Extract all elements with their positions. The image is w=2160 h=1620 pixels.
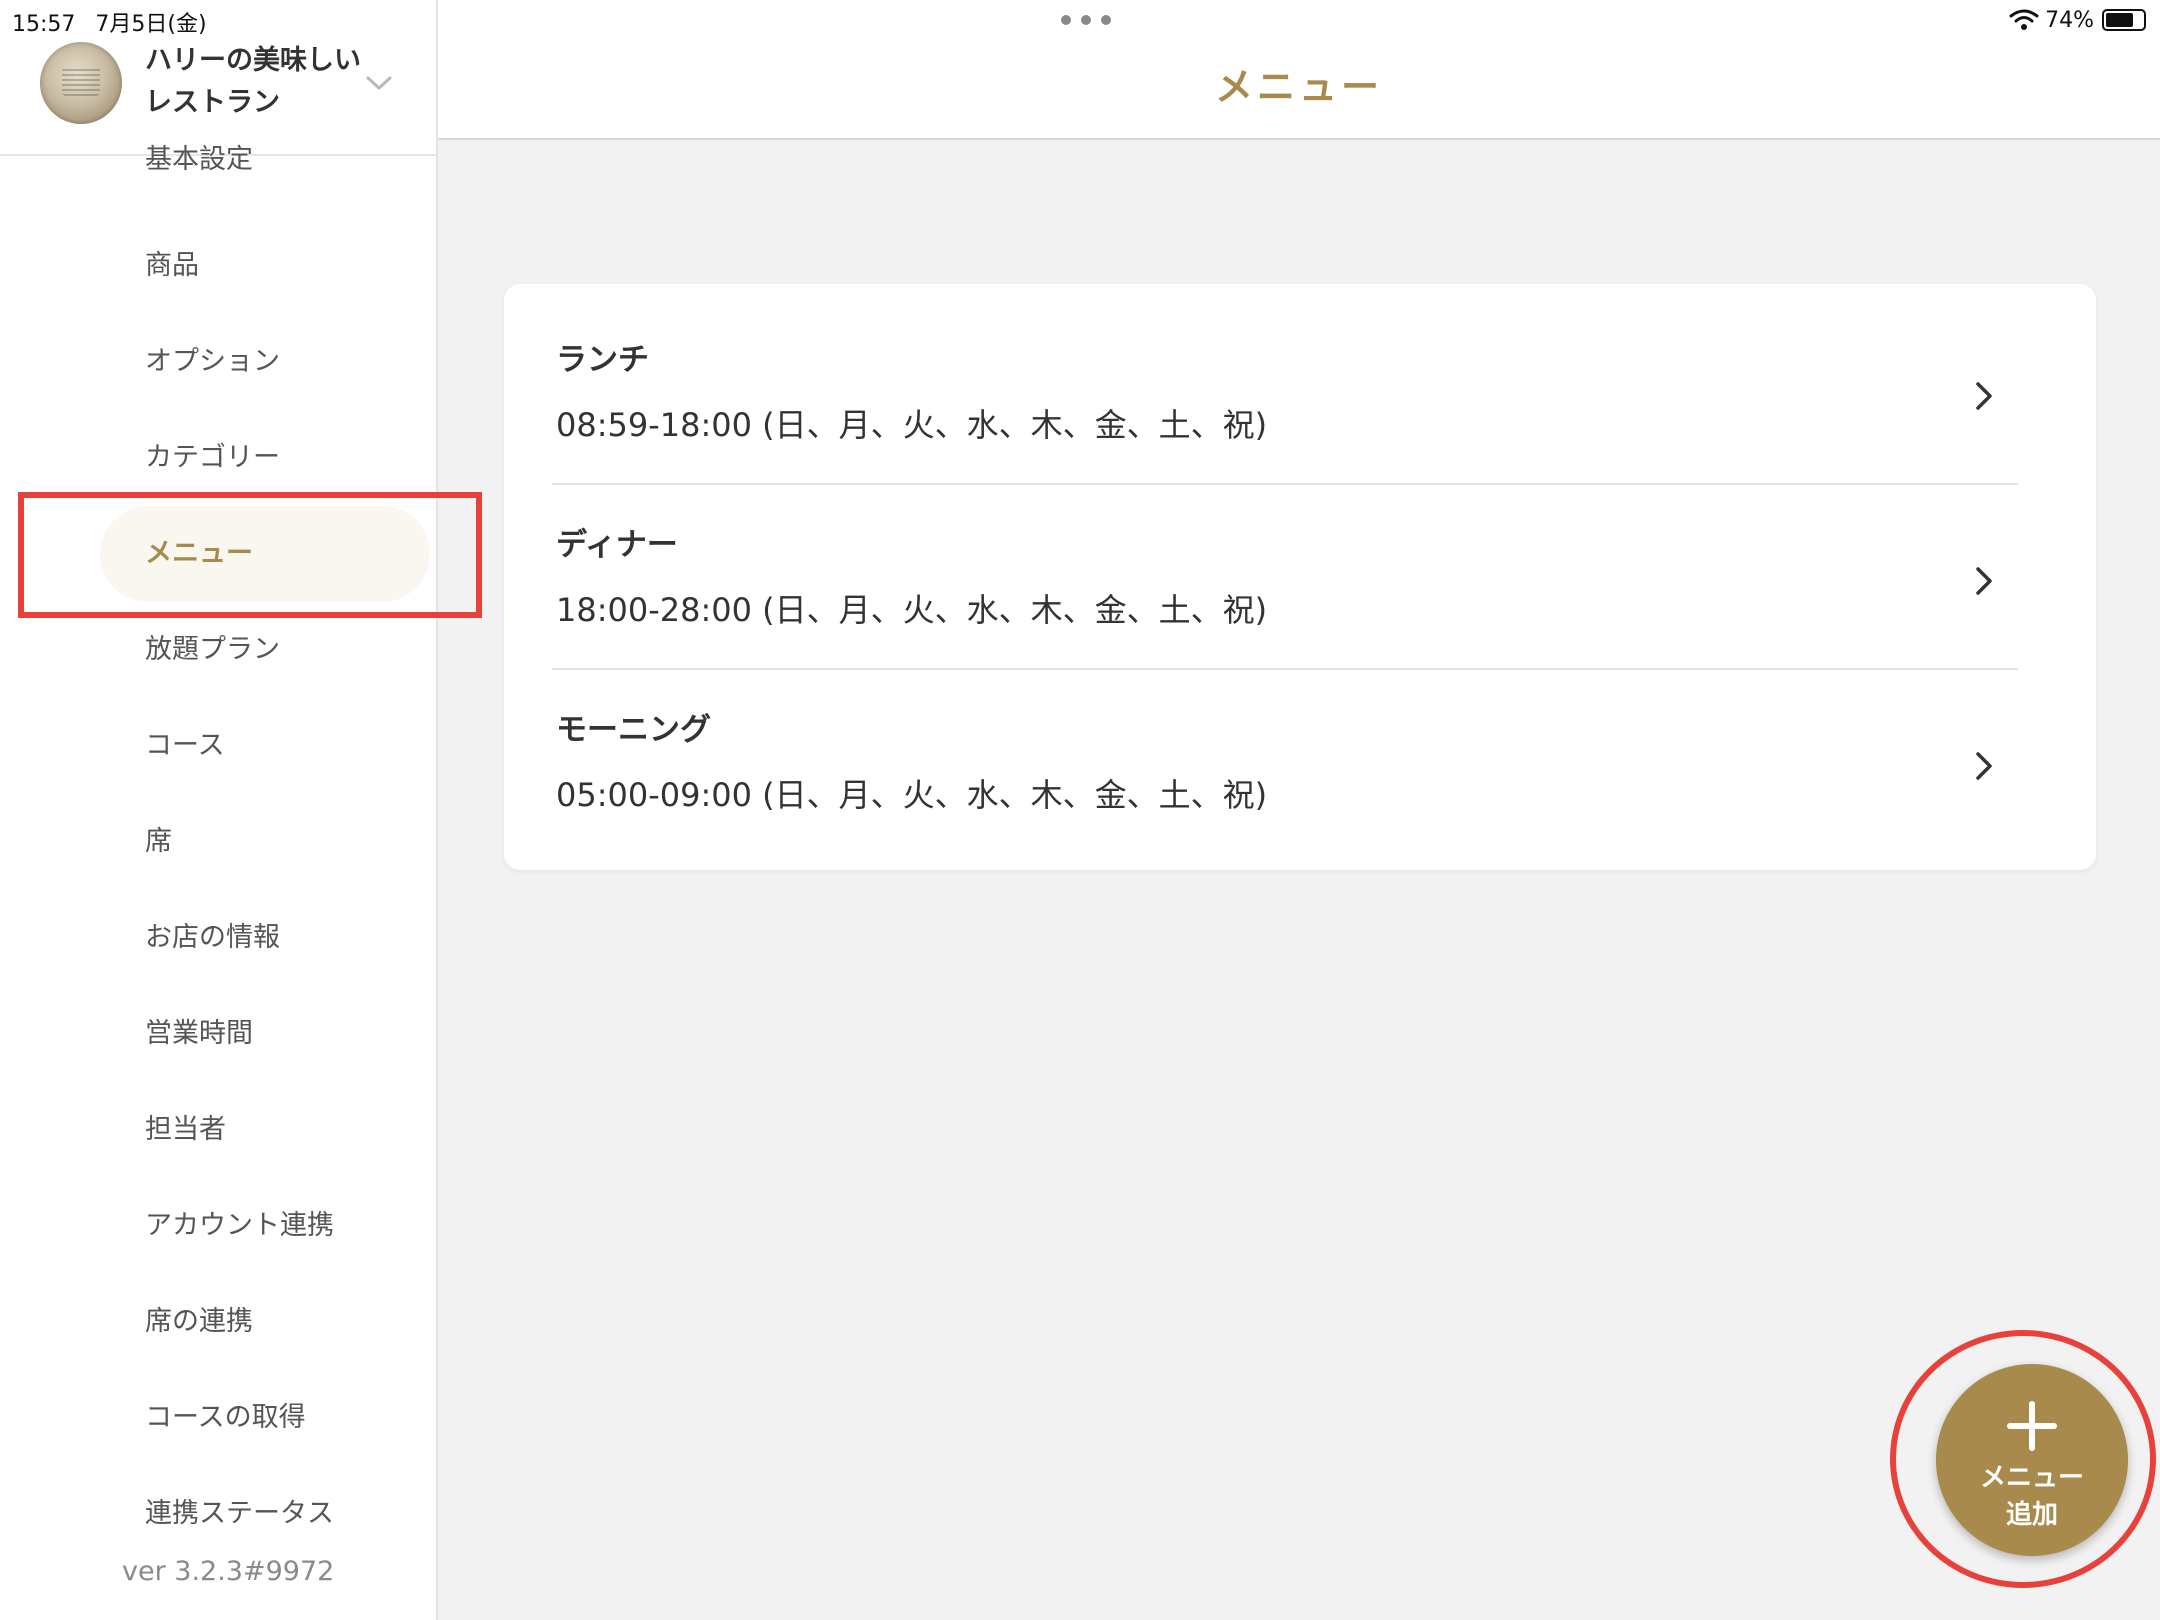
sidebar: 15:57 7月5日(金) ハリーの美味しいレストラン 基本設定 商品 オプション… bbox=[0, 0, 438, 1620]
status-time: 15:57 bbox=[12, 12, 76, 37]
highlight-annotation-add-button bbox=[1890, 1330, 2156, 1588]
sidebar-item-seat-link[interactable]: 席の連携 bbox=[100, 1274, 430, 1370]
status-date: 7月5日(金) bbox=[95, 12, 207, 37]
sidebar-item-business-hours[interactable]: 営業時間 bbox=[100, 986, 430, 1082]
app-version: ver 3.2.3#9972 bbox=[122, 1556, 335, 1587]
menu-row-dinner[interactable]: ディナー 18:00-28:00 (日、月、火、水、木、金、土、祝) bbox=[552, 469, 2018, 654]
chevron-right-icon bbox=[1976, 567, 1992, 595]
sidebar-item-label: お店の情報 bbox=[145, 922, 280, 953]
menu-list-card: ランチ 08:59-18:00 (日、月、火、水、木、金、土、祝) ディナー 1… bbox=[504, 284, 2096, 870]
sidebar-item-label: 基本設定 bbox=[145, 144, 253, 175]
status-bar-right: 74% bbox=[2009, 4, 2146, 36]
menu-hours: 08:59-18:00 (日、月、火、水、木、金、土、祝) bbox=[556, 406, 1268, 444]
status-bar-left: 15:57 7月5日(金) bbox=[12, 6, 227, 38]
sidebar-item-options[interactable]: オプション bbox=[100, 314, 430, 410]
menu-name: ディナー bbox=[556, 527, 678, 563]
sidebar-item-link-status[interactable]: 連携ステータス bbox=[100, 1466, 430, 1562]
page-title: メニュー bbox=[1214, 65, 1383, 109]
sidebar-item-label: 商品 bbox=[145, 250, 199, 281]
sidebar-item-label: 席の連携 bbox=[145, 1306, 253, 1337]
sidebar-item-label: コースの取得 bbox=[145, 1402, 306, 1433]
chevron-right-icon bbox=[1976, 382, 1992, 410]
sidebar-item-staff[interactable]: 担当者 bbox=[100, 1082, 430, 1178]
menu-name: ランチ bbox=[556, 342, 649, 378]
sidebar-item-products[interactable]: 商品 bbox=[100, 218, 430, 314]
menu-row-morning[interactable]: モーニング 05:00-09:00 (日、月、火、水、木、金、土、祝) bbox=[552, 654, 2018, 839]
highlight-annotation-menu bbox=[18, 492, 482, 618]
sidebar-item-label: 営業時間 bbox=[145, 1018, 253, 1049]
menu-row-lunch[interactable]: ランチ 08:59-18:00 (日、月、火、水、木、金、土、祝) bbox=[552, 284, 2018, 469]
store-avatar bbox=[40, 42, 122, 124]
multitasking-dots-icon[interactable] bbox=[1058, 12, 1114, 28]
sidebar-item-label: コース bbox=[145, 730, 225, 761]
sidebar-item-label: アカウント連携 bbox=[145, 1210, 334, 1241]
wifi-icon bbox=[2009, 9, 2039, 30]
sidebar-item-course-fetch[interactable]: コースの取得 bbox=[100, 1370, 430, 1466]
sidebar-item-courses[interactable]: コース bbox=[100, 698, 430, 794]
battery-icon bbox=[2102, 9, 2146, 31]
header-bar: 74% メニュー bbox=[438, 0, 2160, 140]
sidebar-item-seats[interactable]: 席 bbox=[100, 794, 430, 890]
chevron-down-icon[interactable] bbox=[364, 68, 394, 98]
sidebar-item-label: 担当者 bbox=[145, 1114, 226, 1145]
menu-hours: 05:00-09:00 (日、月、火、水、木、金、土、祝) bbox=[556, 776, 1268, 814]
menu-hours: 18:00-28:00 (日、月、火、水、木、金、土、祝) bbox=[556, 591, 1268, 629]
sidebar-item-label: オプション bbox=[145, 346, 280, 377]
menu-name: モーニング bbox=[556, 712, 711, 748]
sidebar-item-label: 席 bbox=[145, 826, 172, 857]
sidebar-item-label: 連携ステータス bbox=[145, 1498, 334, 1529]
sidebar-item-account-link[interactable]: アカウント連携 bbox=[100, 1178, 430, 1274]
chevron-right-icon bbox=[1976, 752, 1992, 780]
battery-percent: 74% bbox=[2045, 7, 2094, 33]
sidebar-item-store-info[interactable]: お店の情報 bbox=[100, 890, 430, 986]
